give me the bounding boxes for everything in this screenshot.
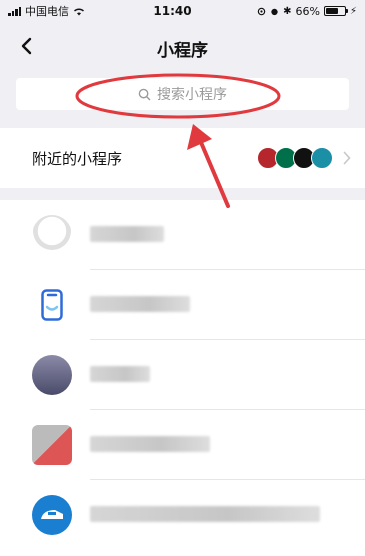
clock: 11:40 bbox=[153, 4, 192, 18]
battery-percent: 66% bbox=[295, 4, 320, 18]
signal-icon bbox=[8, 6, 21, 16]
wifi-icon bbox=[73, 8, 85, 15]
blurred-name bbox=[90, 506, 320, 522]
list-item[interactable] bbox=[0, 340, 365, 410]
penguin-mascot-icon bbox=[32, 215, 72, 255]
search-placeholder: 搜索小程序 bbox=[157, 87, 227, 103]
search-input[interactable]: 搜索小程序 bbox=[16, 78, 349, 110]
person-silhouette-icon bbox=[32, 355, 72, 395]
blurred-name bbox=[90, 226, 164, 242]
page-title: 小程序 bbox=[157, 41, 208, 61]
status-right: ✱ 66% ⚡ bbox=[217, 5, 357, 18]
location-icon bbox=[257, 7, 266, 15]
search-area: 搜索小程序 bbox=[0, 72, 365, 120]
status-bar: 中国电信 11:40 ✱ 66% ⚡ bbox=[0, 0, 365, 22]
nearby-logos bbox=[257, 147, 333, 169]
list-item[interactable] bbox=[0, 480, 365, 550]
charging-icon: ⚡ bbox=[349, 5, 357, 17]
list-item[interactable] bbox=[0, 200, 365, 270]
teal-logo-icon bbox=[311, 147, 333, 169]
blurred-name bbox=[90, 366, 150, 382]
mini-program-list bbox=[0, 200, 365, 550]
phone-smile-icon bbox=[32, 285, 72, 325]
battery-icon bbox=[323, 6, 348, 16]
nav-header: 小程序 bbox=[0, 22, 365, 72]
nearby-label: 附近的小程序 bbox=[32, 149, 123, 168]
divider bbox=[0, 188, 365, 200]
divider bbox=[0, 120, 365, 128]
search-icon bbox=[138, 88, 151, 100]
carrier-label: 中国电信 bbox=[25, 5, 69, 18]
status-left: 中国电信 bbox=[8, 3, 128, 19]
train-icon bbox=[32, 495, 72, 535]
blurred-name bbox=[90, 436, 210, 452]
blurred-name bbox=[90, 296, 190, 312]
bluetooth-icon: ✱ bbox=[283, 5, 292, 17]
app-icon bbox=[32, 425, 72, 465]
list-item[interactable] bbox=[0, 270, 365, 340]
list-item[interactable] bbox=[0, 410, 365, 480]
nearby-mini-programs[interactable]: 附近的小程序 bbox=[0, 128, 365, 188]
alarm-icon bbox=[271, 8, 278, 15]
chevron-right-icon bbox=[343, 151, 351, 165]
